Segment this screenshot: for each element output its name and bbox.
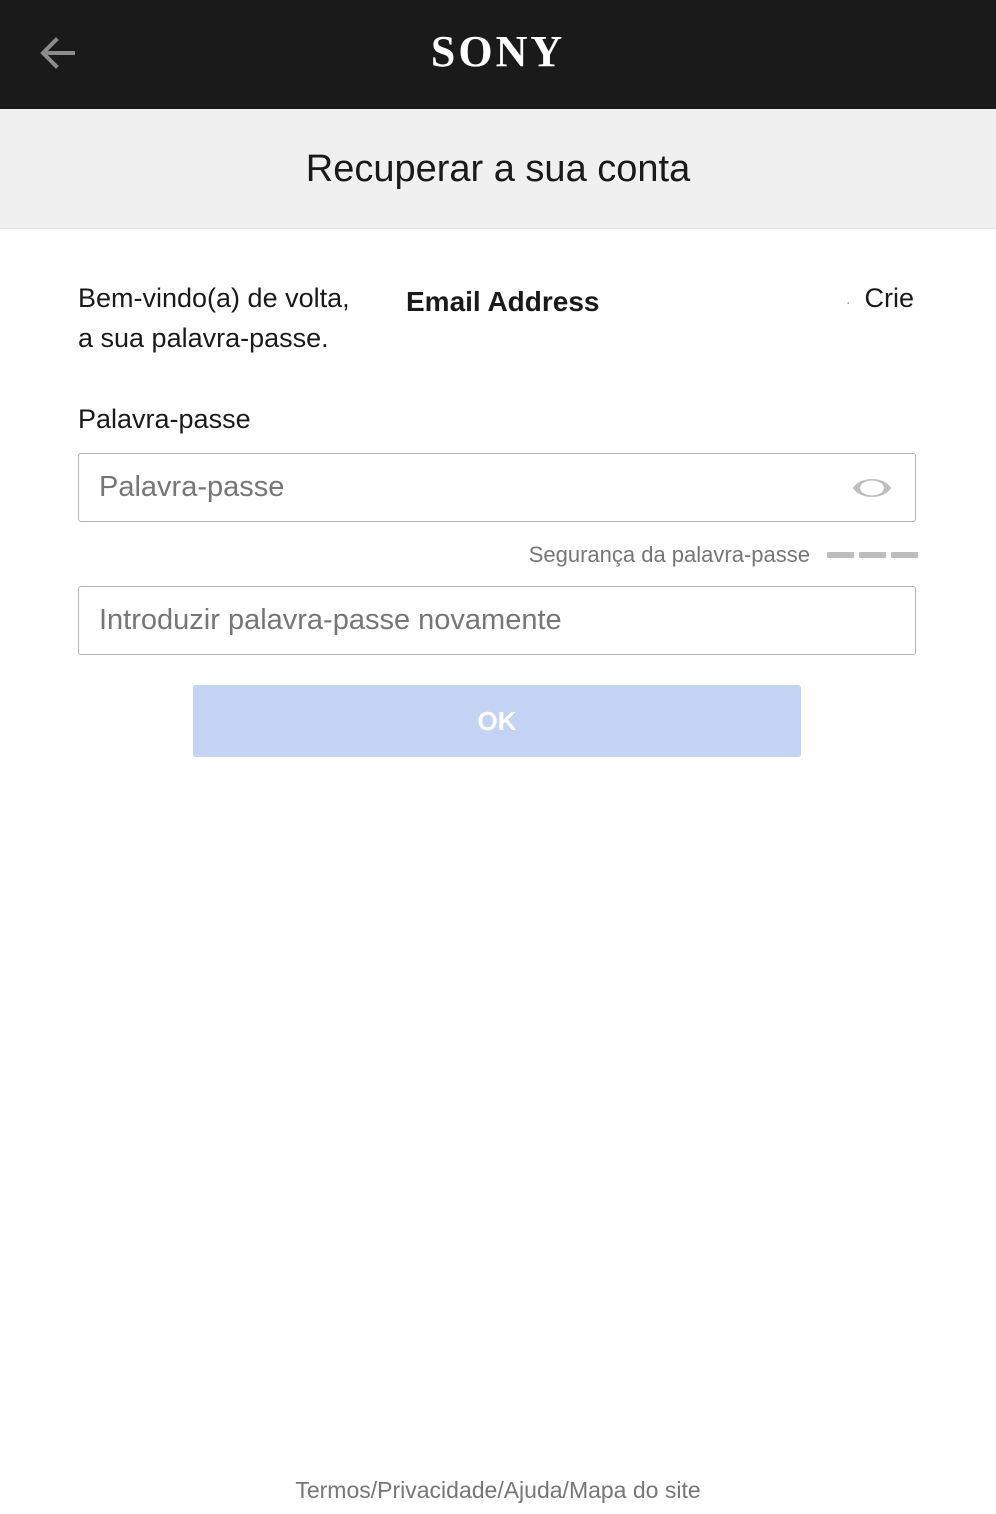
- welcome-text-start: Bem-vindo(a) de volta,: [78, 283, 350, 313]
- page-title: Recuperar a sua conta: [305, 148, 691, 190]
- footer-links: Termos/Privacidade/Ajuda/Mapa do site: [0, 1476, 996, 1504]
- show-password-toggle[interactable]: [851, 472, 893, 504]
- strength-bar: [859, 552, 886, 558]
- strength-bar: [891, 552, 918, 558]
- top-bar: SONY: [0, 0, 996, 109]
- title-bar: Recuperar a sua conta: [0, 109, 996, 229]
- password-field-container: [78, 453, 916, 522]
- welcome-separator: .: [846, 291, 851, 308]
- sony-logo: SONY: [430, 27, 566, 76]
- password-label: Palavra-passe: [78, 404, 251, 434]
- confirm-password-input[interactable]: [99, 587, 899, 654]
- confirm-password-field-container: [78, 586, 916, 655]
- welcome-text-line2: a sua palavra-passe.: [78, 323, 329, 353]
- eye-icon: [853, 479, 891, 497]
- help-link[interactable]: Ajuda: [504, 1477, 563, 1503]
- account-email: Email Address: [406, 286, 600, 317]
- ok-button[interactable]: OK: [193, 685, 801, 757]
- password-input[interactable]: [99, 454, 839, 521]
- sitemap-link[interactable]: Mapa do site: [569, 1477, 701, 1503]
- welcome-message: Bem-vindo(a) de volta, Email Address . C…: [78, 278, 918, 368]
- password-strength-meter: Segurança da palavra-passe: [529, 540, 918, 570]
- password-strength-label: Segurança da palavra-passe: [528, 542, 810, 567]
- strength-bar: [827, 552, 854, 558]
- welcome-text-end: Crie: [864, 283, 914, 313]
- terms-link[interactable]: Termos: [295, 1477, 370, 1503]
- privacy-link[interactable]: Privacidade: [377, 1477, 497, 1503]
